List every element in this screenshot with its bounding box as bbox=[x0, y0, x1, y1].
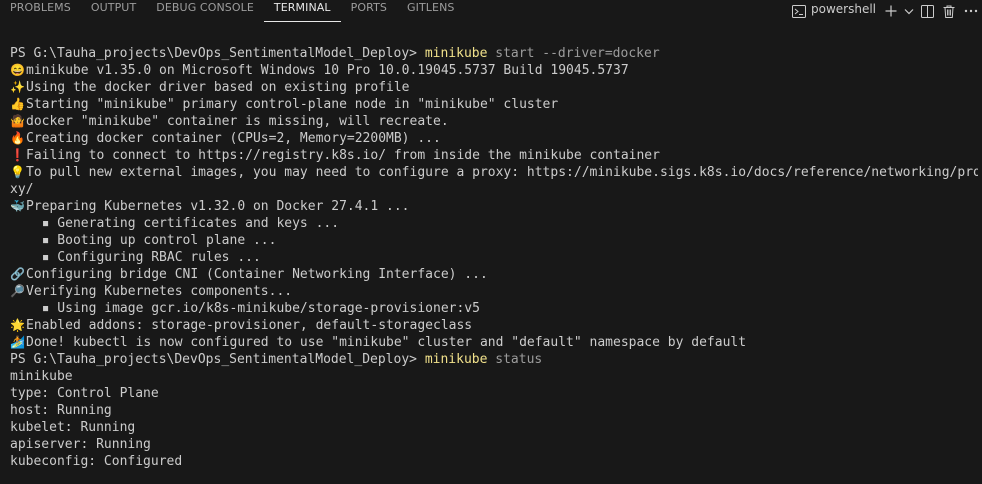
output-text: ▪ Using image gcr.io/k8s-minikube/storag… bbox=[26, 301, 480, 316]
command-name: minikube bbox=[424, 46, 488, 61]
output-line: ❗Failing to connect to https://registry.… bbox=[10, 147, 978, 164]
split-icon bbox=[920, 4, 934, 18]
output-text: Configuring bridge CNI (Container Networ… bbox=[26, 267, 488, 282]
output-line: 👍Starting "minikube" primary control-pla… bbox=[10, 96, 978, 113]
tab-gitlens[interactable]: GITLENS bbox=[397, 0, 464, 22]
output-line: 🔥Creating docker container (CPUs=2, Memo… bbox=[10, 130, 978, 147]
output-text: To pull new external images, you may nee… bbox=[26, 165, 978, 180]
output-text: Done! kubectl is now configured to use "… bbox=[26, 335, 747, 350]
surfer-icon: 🏄 bbox=[10, 335, 25, 349]
output-line: 💡To pull new external images, you may ne… bbox=[10, 164, 978, 181]
magnifier-icon: 🔎 bbox=[10, 284, 25, 298]
tab-ports[interactable]: PORTS bbox=[341, 0, 397, 22]
more-actions-button[interactable] bbox=[960, 0, 982, 22]
output-text: Failing to connect to https://registry.k… bbox=[26, 148, 660, 163]
output-text: docker "minikube" container is missing, … bbox=[26, 114, 449, 129]
add-icon bbox=[885, 5, 897, 17]
output-text: Verifying Kubernetes components... bbox=[26, 284, 293, 299]
kill-terminal-button[interactable] bbox=[938, 0, 960, 22]
output-line: 🔎Verifying Kubernetes components... bbox=[10, 283, 978, 300]
status-line: minikube bbox=[10, 369, 73, 384]
panel-header: PROBLEMS OUTPUT DEBUG CONSOLE TERMINAL P… bbox=[0, 0, 982, 22]
terminal-output[interactable]: PS G:\Tauha_projects\DevOps_SentimentalM… bbox=[10, 45, 978, 470]
output-line: 🌟Enabled addons: storage-provisioner, de… bbox=[10, 317, 978, 334]
output-text: ▪ Generating certificates and keys ... bbox=[26, 216, 340, 231]
chevron-down-icon bbox=[904, 8, 914, 14]
output-line: ▪ Configuring RBAC rules ... bbox=[10, 249, 978, 266]
terminal-icon bbox=[792, 4, 806, 18]
fire-icon: 🔥 bbox=[10, 131, 25, 145]
prompt-text: PS G:\Tauha_projects\DevOps_SentimentalM… bbox=[10, 46, 425, 61]
output-line: xy/ bbox=[10, 181, 978, 198]
status-line: host: Running bbox=[10, 403, 112, 418]
whale-icon: 🐳 bbox=[10, 199, 25, 213]
terminal-dropdown-button[interactable] bbox=[902, 0, 916, 22]
lightbulb-icon: 💡 bbox=[10, 165, 25, 179]
output-line: 🤷docker "minikube" container is missing,… bbox=[10, 113, 978, 130]
prompt-line: PS G:\Tauha_projects\DevOps_SentimentalM… bbox=[10, 351, 978, 368]
terminal-actions: powershell bbox=[792, 0, 982, 22]
shell-label: powershell bbox=[811, 2, 876, 16]
star-icon: 🌟 bbox=[10, 318, 25, 332]
tab-terminal[interactable]: TERMINAL bbox=[263, 0, 341, 22]
new-terminal-button[interactable] bbox=[880, 0, 902, 22]
output-line: 🏄Done! kubectl is now configured to use … bbox=[10, 334, 978, 351]
output-text: Starting "minikube" primary control-plan… bbox=[26, 97, 559, 112]
output-line: 🔗Configuring bridge CNI (Container Netwo… bbox=[10, 266, 978, 283]
shrug-icon: 🤷 bbox=[10, 114, 25, 128]
command-name: minikube bbox=[424, 352, 488, 367]
link-icon: 🔗 bbox=[10, 267, 25, 281]
output-text: Preparing Kubernetes v1.32.0 on Docker 2… bbox=[26, 199, 410, 214]
status-line: type: Control Plane bbox=[10, 386, 159, 401]
output-text: Enabled addons: storage-provisioner, def… bbox=[26, 318, 473, 333]
split-terminal-button[interactable] bbox=[916, 0, 938, 22]
command-args: start --driver=docker bbox=[487, 46, 660, 61]
sparkles-icon: ✨ bbox=[10, 80, 25, 94]
output-text: ▪ Configuring RBAC rules ... bbox=[26, 250, 261, 265]
output-text: minikube v1.35.0 on Microsoft Windows 10… bbox=[26, 63, 629, 78]
output-text: Creating docker container (CPUs=2, Memor… bbox=[26, 131, 441, 146]
output-line: 🐳Preparing Kubernetes v1.32.0 on Docker … bbox=[10, 198, 978, 215]
shell-selector[interactable]: powershell bbox=[792, 2, 876, 18]
output-text: xy/ bbox=[10, 182, 34, 197]
prompt-line: PS G:\Tauha_projects\DevOps_SentimentalM… bbox=[10, 45, 978, 62]
status-line: kubelet: Running bbox=[10, 420, 136, 435]
tab-debug-console[interactable]: DEBUG CONSOLE bbox=[146, 0, 264, 22]
output-line: ✨Using the docker driver based on existi… bbox=[10, 79, 978, 96]
tab-problems[interactable]: PROBLEMS bbox=[0, 0, 81, 22]
output-line: ▪ Generating certificates and keys ... bbox=[10, 215, 978, 232]
prompt-text: PS G:\Tauha_projects\DevOps_SentimentalM… bbox=[10, 352, 425, 367]
output-text: Using the docker driver based on existin… bbox=[26, 80, 410, 95]
output-line: 😄minikube v1.35.0 on Microsoft Windows 1… bbox=[10, 62, 978, 79]
status-line: apiserver: Running bbox=[10, 437, 151, 452]
status-line: kubeconfig: Configured bbox=[10, 454, 183, 469]
smile-icon: 😄 bbox=[10, 63, 25, 77]
command-args: status bbox=[487, 352, 543, 367]
output-text: ▪ Booting up control plane ... bbox=[26, 233, 277, 248]
tab-output[interactable]: OUTPUT bbox=[81, 0, 146, 22]
output-line: ▪ Booting up control plane ... bbox=[10, 232, 978, 249]
output-line: ▪ Using image gcr.io/k8s-minikube/storag… bbox=[10, 300, 978, 317]
panel-tabs: PROBLEMS OUTPUT DEBUG CONSOLE TERMINAL P… bbox=[0, 0, 464, 22]
trash-icon bbox=[943, 5, 955, 18]
thumbs-up-icon: 👍 bbox=[10, 97, 25, 111]
more-icon bbox=[964, 9, 978, 13]
exclamation-icon: ❗ bbox=[10, 148, 25, 162]
